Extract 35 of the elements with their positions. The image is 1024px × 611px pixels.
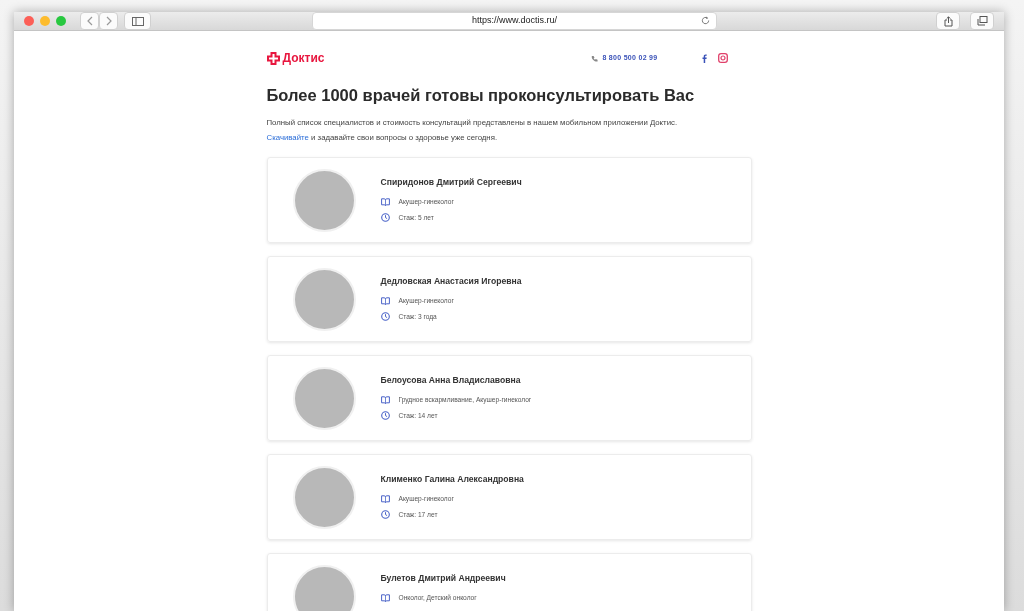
cross-logo-icon: [266, 51, 280, 65]
page-heading: Более 1000 врачей готовы проконсультировать Вас: [266, 85, 696, 106]
logo[interactable]: Доктис: [266, 49, 325, 67]
reload-icon[interactable]: [701, 16, 710, 25]
book-icon: [380, 197, 390, 206]
doctor-name: Спиридонов Дмитрий Сергеевич: [380, 175, 522, 189]
book-icon: [380, 494, 390, 503]
doctor-name: Дедловская Анастасия Игоревна: [380, 274, 522, 288]
url-text: https://www.doctis.ru/: [472, 14, 557, 28]
chevron-right-icon: [105, 16, 112, 26]
back-button[interactable]: [80, 12, 99, 30]
chevron-left-icon: [86, 16, 93, 26]
doctor-name: Клименко Галина Александровна: [380, 472, 524, 486]
forward-button[interactable]: [99, 12, 118, 30]
close-button[interactable]: [24, 16, 34, 26]
doctor-name: Булетов Дмитрий Андреевич: [380, 571, 506, 585]
photo-placeholder: [292, 564, 356, 611]
doctor-name: Белоусова Анна Владиславовна: [380, 373, 522, 387]
share-icon: [943, 15, 953, 27]
clock-icon: [380, 311, 390, 321]
clock-icon: [380, 212, 390, 222]
book-icon: [380, 395, 390, 404]
sidebar-icon: [131, 16, 144, 26]
sidebar-button[interactable]: [124, 12, 151, 30]
instagram-icon[interactable]: [717, 53, 728, 63]
tabs-button[interactable]: [970, 12, 994, 30]
book-icon: [380, 593, 390, 602]
book-icon: [380, 296, 390, 305]
address-bar[interactable]: https://www.doctis.ru/: [312, 12, 717, 30]
phone-icon: [591, 54, 599, 62]
share-button[interactable]: [936, 12, 960, 30]
clock-icon: [380, 410, 390, 420]
clock-icon: [380, 509, 390, 519]
tabs-icon: [976, 16, 988, 26]
facebook-icon[interactable]: [701, 53, 707, 63]
